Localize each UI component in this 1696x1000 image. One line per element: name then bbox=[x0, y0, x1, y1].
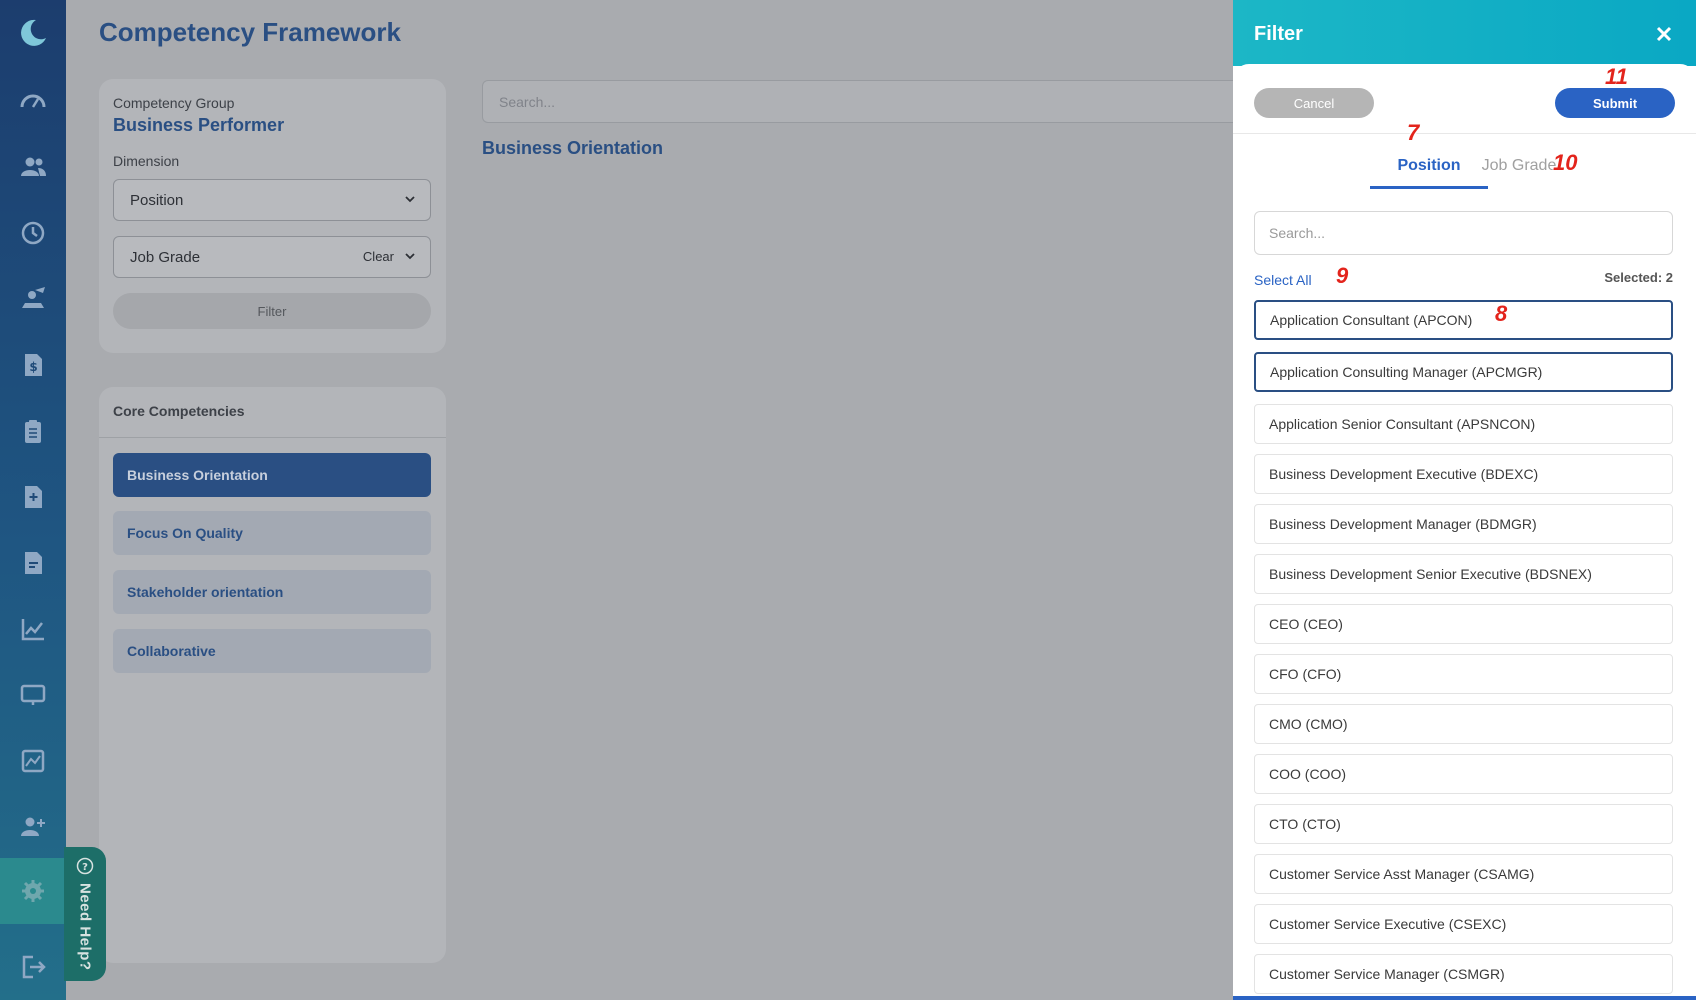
dimension-select-value: Position bbox=[130, 191, 184, 209]
active-tab-indicator bbox=[1370, 186, 1488, 189]
tab-position[interactable]: Position bbox=[1385, 157, 1473, 175]
competency-group-label: Competency Group bbox=[113, 95, 235, 111]
page-title: Competency Framework bbox=[99, 17, 401, 47]
step-marker: 11 bbox=[1605, 64, 1628, 89]
divider bbox=[1233, 133, 1696, 134]
need-help-tab[interactable]: ? Need Help? bbox=[64, 847, 106, 981]
competency-item[interactable]: Collaborative bbox=[113, 629, 431, 673]
dimension-select[interactable]: Position bbox=[113, 179, 431, 221]
nav-analytics[interactable] bbox=[0, 728, 66, 794]
position-option[interactable]: Application Consulting Manager (APCMGR) bbox=[1254, 352, 1673, 392]
nav-chart[interactable] bbox=[0, 596, 66, 662]
nav-people[interactable] bbox=[0, 134, 66, 200]
nav-settings[interactable] bbox=[0, 858, 66, 924]
position-option[interactable]: CTO (CTO) bbox=[1254, 804, 1673, 844]
position-option[interactable]: Customer Service Executive (CSEXC) bbox=[1254, 904, 1673, 944]
nav-logout[interactable] bbox=[0, 934, 66, 1000]
core-competencies-card: Core Competencies Business Orientation F… bbox=[99, 387, 446, 963]
people-icon bbox=[21, 157, 46, 176]
position-option[interactable]: CMO (CMO) bbox=[1254, 704, 1673, 744]
filter-drawer-header: Filter bbox=[1233, 0, 1696, 66]
position-option[interactable]: Customer Service Manager (CSMGR) bbox=[1254, 954, 1673, 994]
divider bbox=[99, 437, 446, 438]
position-search-input[interactable]: Search... bbox=[1254, 211, 1673, 255]
position-option[interactable]: Application Senior Consultant (APSNCON) bbox=[1254, 404, 1673, 444]
moon-logo-icon[interactable] bbox=[16, 16, 50, 50]
competency-group-card: Competency Group Business Performer Dime… bbox=[99, 79, 446, 353]
position-option[interactable]: Business Development Manager (BDMGR) bbox=[1254, 504, 1673, 544]
settings-icon bbox=[22, 880, 44, 902]
nav-rail: $ bbox=[0, 0, 66, 1000]
core-competencies-title: Core Competencies bbox=[113, 403, 245, 419]
competency-item[interactable]: Focus On Quality bbox=[113, 511, 431, 555]
svg-text:?: ? bbox=[82, 862, 88, 873]
main-search-input[interactable]: Search... bbox=[482, 80, 1242, 123]
nav-payroll[interactable]: $ bbox=[0, 332, 66, 398]
nav-report[interactable] bbox=[0, 530, 66, 596]
payroll-icon: $ bbox=[25, 354, 42, 376]
filter-drawer-body: Cancel Submit Position Job Grade Search.… bbox=[1233, 64, 1696, 1000]
dashboard-icon bbox=[20, 94, 46, 108]
job-grade-select[interactable]: Job Grade Clear bbox=[113, 236, 431, 278]
position-option[interactable]: Application Consultant (APCON) bbox=[1254, 300, 1673, 340]
job-grade-select-value: Job Grade bbox=[130, 248, 201, 266]
nav-document-plus[interactable] bbox=[0, 464, 66, 530]
monitor-icon bbox=[20, 684, 46, 705]
competency-item[interactable]: Business Orientation bbox=[113, 453, 431, 497]
position-option[interactable]: Business Development Senior Executive (B… bbox=[1254, 554, 1673, 594]
step-marker: 7 bbox=[1407, 120, 1420, 145]
logout-icon bbox=[22, 955, 46, 979]
close-icon[interactable] bbox=[1654, 24, 1674, 44]
help-icon: ? bbox=[76, 857, 94, 875]
competency-group-name: Business Performer bbox=[113, 115, 285, 135]
dimension-label: Dimension bbox=[113, 153, 180, 169]
nav-training[interactable] bbox=[0, 266, 66, 332]
history-icon bbox=[21, 221, 45, 245]
clipboard-icon bbox=[25, 420, 41, 443]
submit-button[interactable]: Submit bbox=[1555, 88, 1675, 118]
position-option[interactable]: Customer Service Asst Manager (CSAMG) bbox=[1254, 854, 1673, 894]
filter-button[interactable]: Filter bbox=[113, 293, 431, 329]
need-help-label: Need Help? bbox=[76, 883, 94, 971]
competency-item[interactable]: Stakeholder orientation bbox=[113, 570, 431, 614]
nav-dashboard[interactable] bbox=[0, 68, 66, 134]
report-icon bbox=[25, 552, 42, 574]
position-option[interactable]: CFO (CFO) bbox=[1254, 654, 1673, 694]
position-option[interactable]: COO (COO) bbox=[1254, 754, 1673, 794]
training-icon bbox=[22, 287, 45, 308]
chevron-down-icon bbox=[405, 196, 415, 203]
drawer-bottom-bar bbox=[1233, 996, 1696, 1000]
nav-monitor[interactable] bbox=[0, 662, 66, 728]
step-marker: 10 bbox=[1553, 150, 1578, 175]
position-option[interactable]: Business Development Executive (BDEXC) bbox=[1254, 454, 1673, 494]
filter-drawer: Filter Cancel Submit Position Job Grade … bbox=[1233, 0, 1696, 1000]
step-marker: 9 bbox=[1336, 263, 1349, 288]
select-all-link[interactable]: Select All bbox=[1254, 272, 1312, 288]
clear-button[interactable]: Clear bbox=[363, 249, 394, 264]
step-marker: 8 bbox=[1495, 301, 1508, 326]
document-plus-icon bbox=[25, 486, 42, 508]
position-option[interactable]: CEO (CEO) bbox=[1254, 604, 1673, 644]
chart-icon bbox=[21, 619, 44, 641]
selected-count: Selected: 2 bbox=[1604, 270, 1673, 285]
analytics-icon bbox=[21, 749, 45, 773]
main-heading: Business Orientation bbox=[482, 138, 664, 158]
chevron-down-icon bbox=[405, 253, 415, 260]
nav-clipboard[interactable] bbox=[0, 398, 66, 464]
cancel-button[interactable]: Cancel bbox=[1254, 88, 1374, 118]
svg-text:$: $ bbox=[29, 360, 37, 374]
add-user-icon bbox=[21, 817, 45, 836]
nav-add-user[interactable] bbox=[0, 794, 66, 860]
filter-drawer-title: Filter bbox=[1254, 23, 1303, 45]
nav-history[interactable] bbox=[0, 200, 66, 266]
